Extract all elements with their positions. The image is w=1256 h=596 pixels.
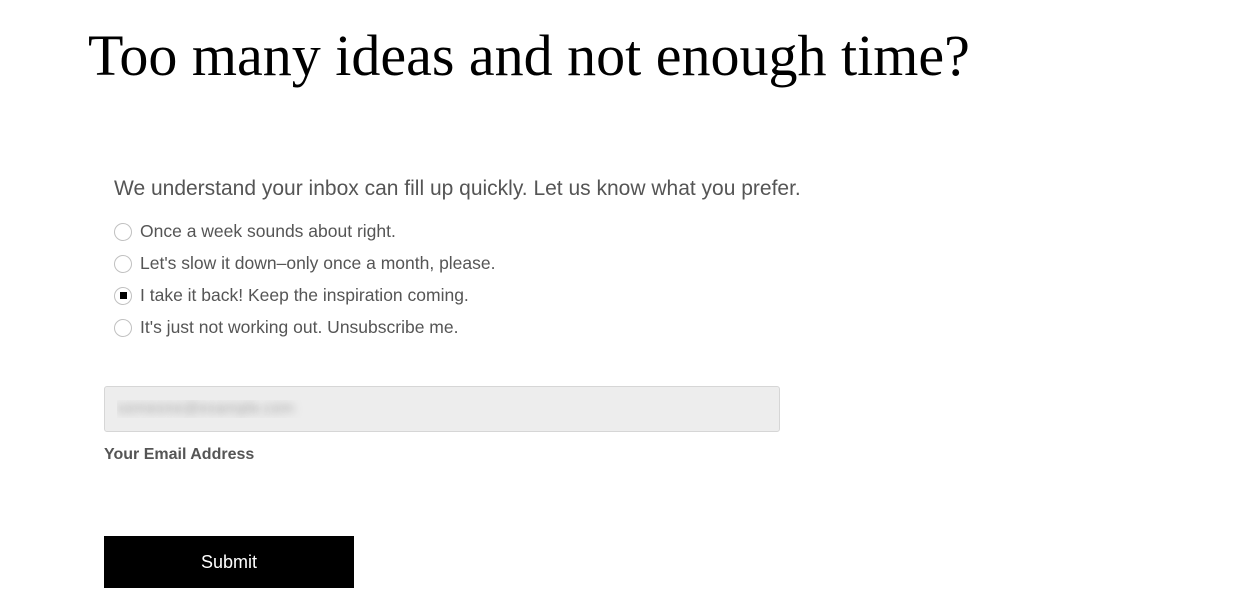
page-heading: Too many ideas and not enough time? [88, 22, 1256, 89]
radio-label: It's just not working out. Unsubscribe m… [140, 317, 458, 338]
intro-text: We understand your inbox can fill up qui… [114, 177, 1256, 201]
radio-option-keep[interactable]: I take it back! Keep the inspiration com… [114, 285, 1256, 306]
radio-icon[interactable] [114, 255, 132, 273]
email-label: Your Email Address [104, 446, 1256, 464]
form-content: We understand your inbox can fill up qui… [114, 177, 1256, 588]
frequency-radio-group: Once a week sounds about right. Let's sl… [114, 221, 1256, 338]
radio-icon[interactable] [114, 223, 132, 241]
email-input[interactable] [104, 386, 780, 432]
radio-option-monthly[interactable]: Let's slow it down–only once a month, pl… [114, 253, 1256, 274]
radio-label: Once a week sounds about right. [140, 221, 396, 242]
radio-icon[interactable] [114, 319, 132, 337]
radio-icon[interactable] [114, 287, 132, 305]
radio-label: I take it back! Keep the inspiration com… [140, 285, 469, 306]
radio-option-weekly[interactable]: Once a week sounds about right. [114, 221, 1256, 242]
submit-button[interactable]: Submit [104, 536, 354, 588]
radio-option-unsubscribe[interactable]: It's just not working out. Unsubscribe m… [114, 317, 1256, 338]
email-section: Your Email Address [104, 386, 1256, 464]
radio-label: Let's slow it down–only once a month, pl… [140, 253, 496, 274]
